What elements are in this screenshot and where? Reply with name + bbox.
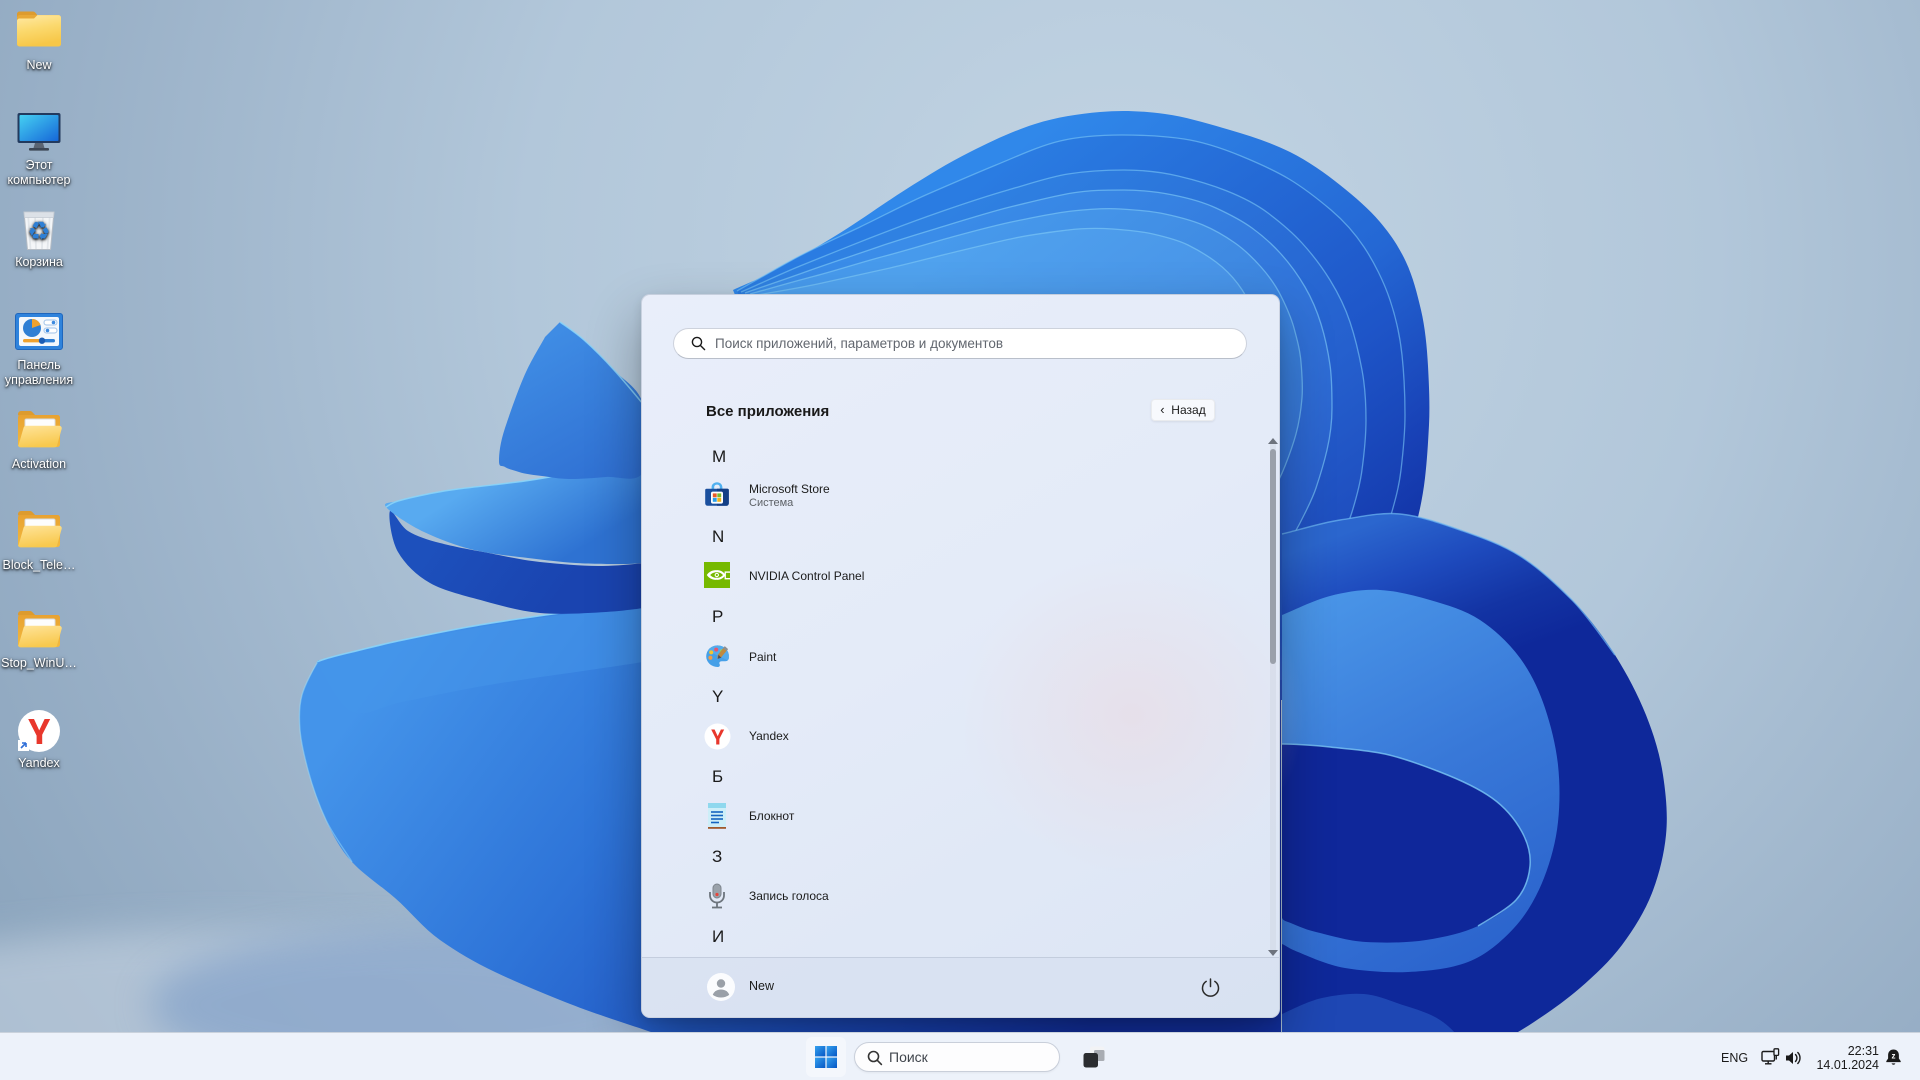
svg-text:z: z — [1892, 1051, 1896, 1060]
svg-text:♻: ♻ — [27, 216, 50, 246]
